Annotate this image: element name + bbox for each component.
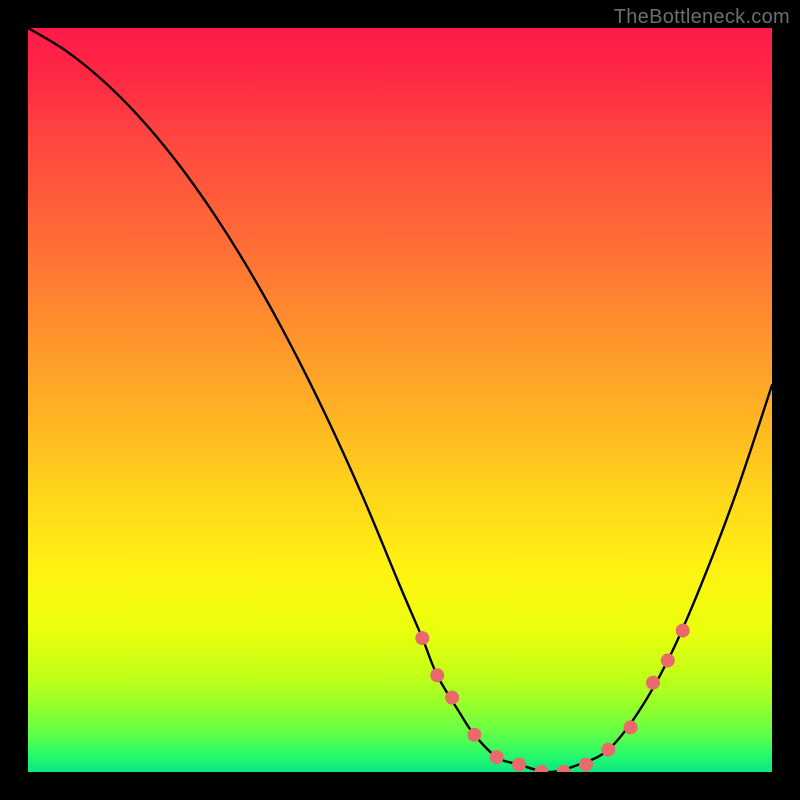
highlight-dot (430, 668, 444, 682)
highlight-dot (676, 624, 690, 638)
chart-plot-area (28, 28, 772, 772)
chart-svg (28, 28, 772, 772)
highlight-dot (512, 758, 526, 772)
highlight-dot (467, 728, 481, 742)
highlight-dot (415, 631, 429, 645)
highlight-dot (601, 743, 615, 757)
highlight-dot (557, 765, 571, 772)
outer-frame: TheBottleneck.com (0, 0, 800, 800)
watermark-text: TheBottleneck.com (614, 6, 790, 29)
highlight-dot (490, 750, 504, 764)
highlight-dot (445, 691, 459, 705)
bottleneck-curve-line (28, 28, 772, 772)
highlight-dot (661, 653, 675, 667)
highlight-dot (579, 758, 593, 772)
highlight-dot (534, 765, 548, 772)
highlight-dot (646, 676, 660, 690)
highlight-dot (624, 720, 638, 734)
